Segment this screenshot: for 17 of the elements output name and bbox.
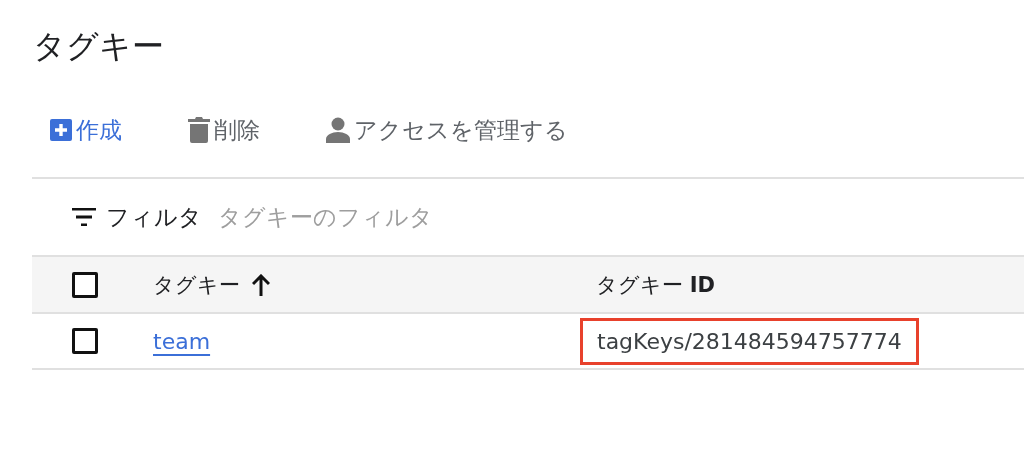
trash-icon [188, 117, 210, 143]
column-header[interactable]: タグキー ID [596, 272, 715, 297]
access-button[interactable]: アクセスを管理する [326, 114, 568, 146]
delete-button[interactable]: 削除 [188, 114, 260, 146]
filter-button[interactable]: フィルタ [72, 201, 202, 233]
filter-icon [72, 208, 96, 226]
tag-key-link[interactable]: team [153, 328, 211, 354]
filter-field[interactable]: タグキーのフィルタ [214, 204, 518, 230]
sort-arrow-icon[interactable] [252, 273, 270, 296]
checkbox[interactable] [72, 328, 98, 354]
column-header[interactable]: タグキー [153, 270, 240, 299]
create-button[interactable]: 作成 [50, 114, 122, 146]
tag-key-id: tagKeys/281484594757774 [580, 317, 919, 365]
person-icon [326, 117, 350, 143]
checkbox[interactable] [72, 271, 98, 298]
add-icon [50, 119, 72, 141]
page-title: タグキー [33, 26, 164, 67]
